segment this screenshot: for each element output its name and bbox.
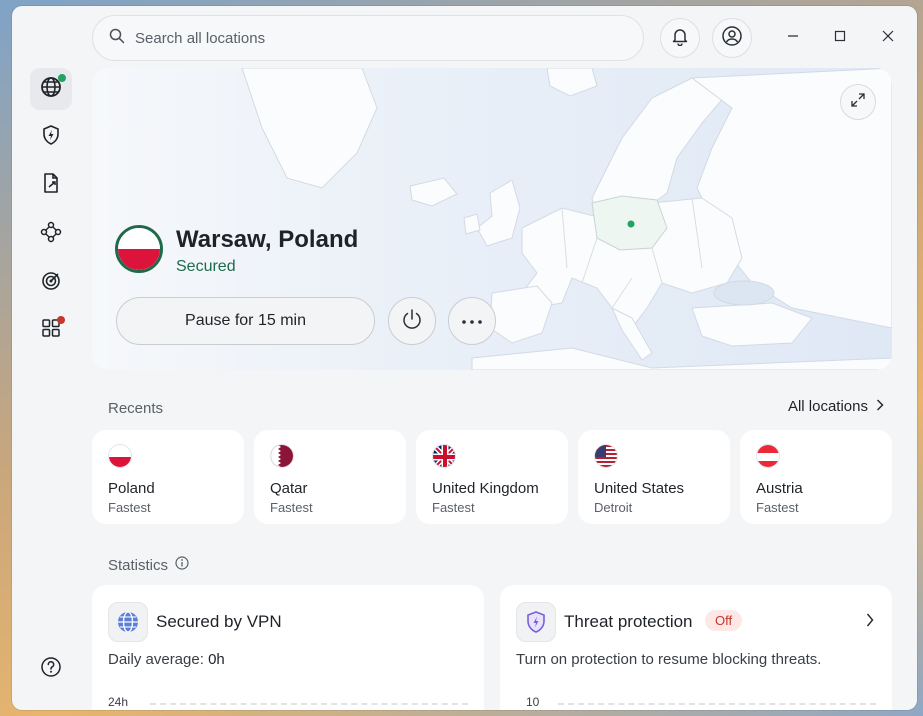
minimize-button[interactable] <box>781 26 805 50</box>
close-button[interactable] <box>876 26 900 50</box>
mesh-icon <box>40 221 62 248</box>
recent-item-united-kingdom[interactable]: United Kingdom Fastest <box>416 430 568 524</box>
sidebar-item-dark-web-monitor[interactable] <box>30 261 72 303</box>
sidebar-item-globe[interactable] <box>30 68 72 110</box>
threat-axis-top-label: 10 <box>526 695 540 709</box>
chevron-right-icon[interactable] <box>866 613 874 632</box>
file-share-icon <box>40 172 62 199</box>
help-icon <box>40 656 62 683</box>
app-window: Warsaw, Poland Secured Pause for 15 min … <box>12 6 917 710</box>
recent-subtitle: Fastest <box>270 500 313 515</box>
notifications-button[interactable] <box>660 18 700 58</box>
sidebar-item-meshnet[interactable] <box>30 213 72 255</box>
expand-icon <box>851 92 865 112</box>
account-button[interactable] <box>712 18 752 58</box>
sidebar-item-file-share[interactable] <box>30 164 72 206</box>
threat-stat-title: Threat protection <box>564 612 693 631</box>
vpn-stat-title: Secured by VPN <box>156 612 282 631</box>
vpn-chart-gridline <box>150 703 468 705</box>
recent-country: Austria <box>756 480 803 497</box>
recent-subtitle: Fastest <box>432 500 475 515</box>
map-card: Warsaw, Poland Secured Pause for 15 min <box>92 68 892 370</box>
status-badge: Off <box>705 610 743 631</box>
shield-threat-icon <box>516 602 556 642</box>
recent-item-poland[interactable]: Poland Fastest <box>92 430 244 524</box>
threat-stat-card[interactable]: Threat protection Off Turn on protection… <box>500 585 892 710</box>
poland-flag-icon <box>115 225 163 273</box>
user-icon <box>721 25 743 52</box>
recent-subtitle: Detroit <box>594 500 633 515</box>
info-icon[interactable] <box>175 556 189 574</box>
sidebar-item-threat-protection[interactable] <box>30 116 72 158</box>
recent-country: Poland <box>108 480 155 497</box>
daily-average: Daily average: 0h <box>108 651 225 668</box>
vpn-stat-card: Secured by VPN Daily average: 0h 24h <box>92 585 484 710</box>
threat-chart-gridline <box>558 703 876 705</box>
statistics-heading: Statistics <box>108 556 189 574</box>
shield-bolt-icon <box>40 124 62 151</box>
maximize-icon <box>834 29 846 47</box>
maximize-button[interactable] <box>828 26 852 50</box>
statistics-label: Statistics <box>108 556 169 574</box>
pause-button[interactable]: Pause for 15 min <box>116 297 375 345</box>
notification-dot <box>57 316 65 324</box>
disconnect-button[interactable] <box>388 297 436 345</box>
recent-country: Qatar <box>270 480 308 497</box>
qatar-flag-icon <box>270 444 294 468</box>
search-input[interactable] <box>135 29 643 47</box>
vpn-axis-top-label: 24h <box>108 695 129 709</box>
chevron-right-icon <box>876 398 884 415</box>
bell-icon <box>670 26 690 51</box>
globe-stat-icon <box>108 602 148 642</box>
recent-item-austria[interactable]: Austria Fastest <box>740 430 892 524</box>
expand-map-button[interactable] <box>840 84 876 120</box>
connection-status: Secured <box>176 258 236 275</box>
connected-dot <box>58 74 66 82</box>
recent-country: United Kingdom <box>432 480 539 497</box>
austria-flag-icon <box>756 444 780 468</box>
all-locations-link[interactable]: All locations <box>788 398 884 415</box>
all-locations-label: All locations <box>787 398 868 415</box>
recents-heading: Recents <box>108 400 164 417</box>
daily-average-label: Daily average: <box>108 651 209 668</box>
recent-subtitle: Fastest <box>108 500 151 515</box>
daily-average-value: 0h <box>208 651 225 668</box>
search-bar[interactable] <box>92 15 644 61</box>
close-icon <box>882 29 894 47</box>
search-icon <box>109 28 125 49</box>
power-icon <box>400 307 424 336</box>
recent-item-qatar[interactable]: Qatar Fastest <box>254 430 406 524</box>
sidebar-item-apps[interactable] <box>30 309 72 351</box>
sidebar-item-help[interactable] <box>30 648 72 690</box>
us-flag-icon <box>594 444 618 468</box>
threat-stat-subtitle: Turn on protection to resume blocking th… <box>516 651 822 668</box>
server-location-marker <box>627 220 635 228</box>
more-horizontal-icon <box>461 312 483 330</box>
poland-flag-icon <box>108 444 132 468</box>
minimize-icon <box>787 29 799 47</box>
recent-country: United States <box>594 480 685 497</box>
more-options-button[interactable] <box>448 297 496 345</box>
recent-subtitle: Fastest <box>756 500 799 515</box>
recent-item-united-states[interactable]: United States Detroit <box>578 430 730 524</box>
connected-location-title: Warsaw, Poland <box>176 226 359 253</box>
radar-icon <box>40 269 62 296</box>
uk-flag-icon <box>432 444 456 468</box>
